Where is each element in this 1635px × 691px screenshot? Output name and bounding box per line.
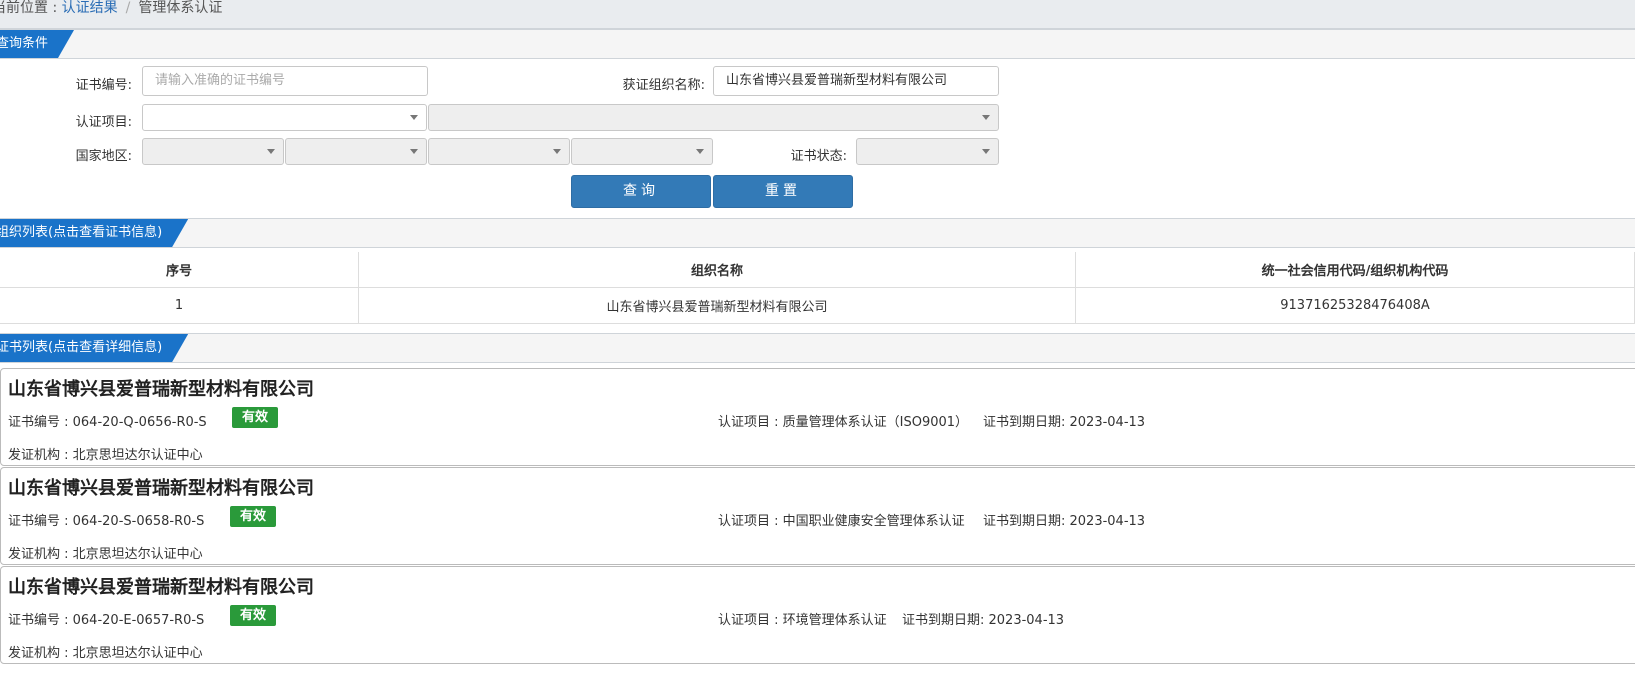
cert-item-label: 认证项目: <box>75 115 132 130</box>
chevron-down-icon <box>982 115 990 120</box>
cert-card[interactable]: 山东省博兴县爱普瑞新型材料有限公司 证书编号 : 064-20-S-0658-R… <box>0 467 1635 565</box>
breadcrumb-current: 管理体系认证 <box>138 0 223 16</box>
chevron-down-icon <box>553 149 561 154</box>
table-row[interactable]: 1 山东省博兴县爱普瑞新型材料有限公司 91371625328476408A <box>0 287 1635 324</box>
query-section-header: 查询条件 <box>0 29 1635 59</box>
col-header-index: 序号 <box>0 252 359 288</box>
breadcrumb-link-results[interactable]: 认证结果 <box>62 0 118 16</box>
cert-issuer: 发证机构 : 北京思坦达尔认证中心 <box>8 547 203 562</box>
status-select[interactable] <box>856 138 999 165</box>
chevron-down-icon <box>696 149 704 154</box>
cert-list-section-tab: 证书列表(点击查看详细信息) <box>0 334 188 362</box>
cert-number: 证书编号 : 064-20-S-0658-R0-S <box>8 514 205 529</box>
query-section-title: 查询条件 <box>0 36 49 51</box>
cert-org-title[interactable]: 山东省博兴县爱普瑞新型材料有限公司 <box>8 573 314 599</box>
org-table-header-row: 序号 组织名称 统一社会信用代码/组织机构代码 <box>0 252 1635 288</box>
cert-number: 证书编号 : 064-20-Q-0656-R0-S <box>8 415 207 430</box>
cert-card[interactable]: 山东省博兴县爱普瑞新型材料有限公司 证书编号 : 064-20-E-0657-R… <box>0 566 1635 664</box>
region-select-1[interactable] <box>142 138 284 165</box>
cert-expiry: 证书到期日期: 2023-04-13 <box>983 415 1146 430</box>
region-select-2[interactable] <box>285 138 427 165</box>
cert-item-select[interactable] <box>142 104 427 131</box>
search-button[interactable]: 查询 <box>571 175 711 208</box>
region-select-3[interactable] <box>428 138 570 165</box>
org-list-section-header: 组织列表(点击查看证书信息) <box>0 218 1635 248</box>
col-header-org-name: 组织名称 <box>358 252 1076 288</box>
cert-no-label: 证书编号: <box>75 78 132 93</box>
status-label: 证书状态: <box>790 149 847 164</box>
breadcrumb: 当前位置 : 认证结果 / 管理体系认证 <box>0 0 222 17</box>
region-select-4[interactable] <box>571 138 713 165</box>
org-table: 序号 组织名称 统一社会信用代码/组织机构代码 1 山东省博兴县爱普瑞新型材料有… <box>0 252 1635 324</box>
breadcrumb-prefix: 当前位置 : <box>0 0 58 16</box>
cert-item: 认证项目 : 环境管理体系认证 <box>718 613 887 628</box>
org-list-section-title: 组织列表(点击查看证书信息) <box>0 225 163 240</box>
cert-subitem-select[interactable] <box>428 104 999 131</box>
cert-item: 认证项目 : 质量管理体系认证（ISO9001） <box>718 415 969 430</box>
org-name-input[interactable]: 山东省博兴县爱普瑞新型材料有限公司 <box>713 66 999 96</box>
org-name-label: 获证组织名称: <box>622 78 705 93</box>
cert-no-input[interactable]: 请输入准确的证书编号 <box>142 66 428 96</box>
cert-list-section-header: 证书列表(点击查看详细信息) <box>0 333 1635 363</box>
cert-expiry: 证书到期日期: 2023-04-13 <box>902 613 1065 628</box>
chevron-down-icon <box>267 149 275 154</box>
reset-button[interactable]: 重置 <box>713 175 853 208</box>
col-header-credit-code: 统一社会信用代码/组织机构代码 <box>1075 252 1635 288</box>
cert-issuer: 发证机构 : 北京思坦达尔认证中心 <box>8 646 203 661</box>
cert-list-section-title: 证书列表(点击查看详细信息) <box>0 340 163 355</box>
region-label: 国家地区: <box>75 149 132 164</box>
org-list-section-tab: 组织列表(点击查看证书信息) <box>0 219 188 247</box>
status-badge: 有效 <box>230 605 276 626</box>
query-section-tab: 查询条件 <box>0 30 74 58</box>
cert-expiry: 证书到期日期: 2023-04-13 <box>983 514 1146 529</box>
cert-number: 证书编号 : 064-20-E-0657-R0-S <box>8 613 205 628</box>
cert-issuer: 发证机构 : 北京思坦达尔认证中心 <box>8 448 203 463</box>
cert-item: 认证项目 : 中国职业健康安全管理体系认证 <box>718 514 965 529</box>
status-badge: 有效 <box>230 506 276 527</box>
cell-org-name[interactable]: 山东省博兴县爱普瑞新型材料有限公司 <box>358 287 1076 324</box>
chevron-down-icon <box>410 115 418 120</box>
breadcrumb-bar: 当前位置 : 认证结果 / 管理体系认证 <box>0 0 1635 29</box>
cert-card[interactable]: 山东省博兴县爱普瑞新型材料有限公司 证书编号 : 064-20-Q-0656-R… <box>0 368 1635 466</box>
cell-index: 1 <box>0 287 359 324</box>
chevron-down-icon <box>982 149 990 154</box>
status-badge: 有效 <box>232 407 278 428</box>
cert-org-title[interactable]: 山东省博兴县爱普瑞新型材料有限公司 <box>8 375 314 401</box>
chevron-down-icon <box>410 149 418 154</box>
cert-org-title[interactable]: 山东省博兴县爱普瑞新型材料有限公司 <box>8 474 314 500</box>
breadcrumb-separator: / <box>125 0 131 16</box>
cell-credit-code: 91371625328476408A <box>1075 287 1635 324</box>
